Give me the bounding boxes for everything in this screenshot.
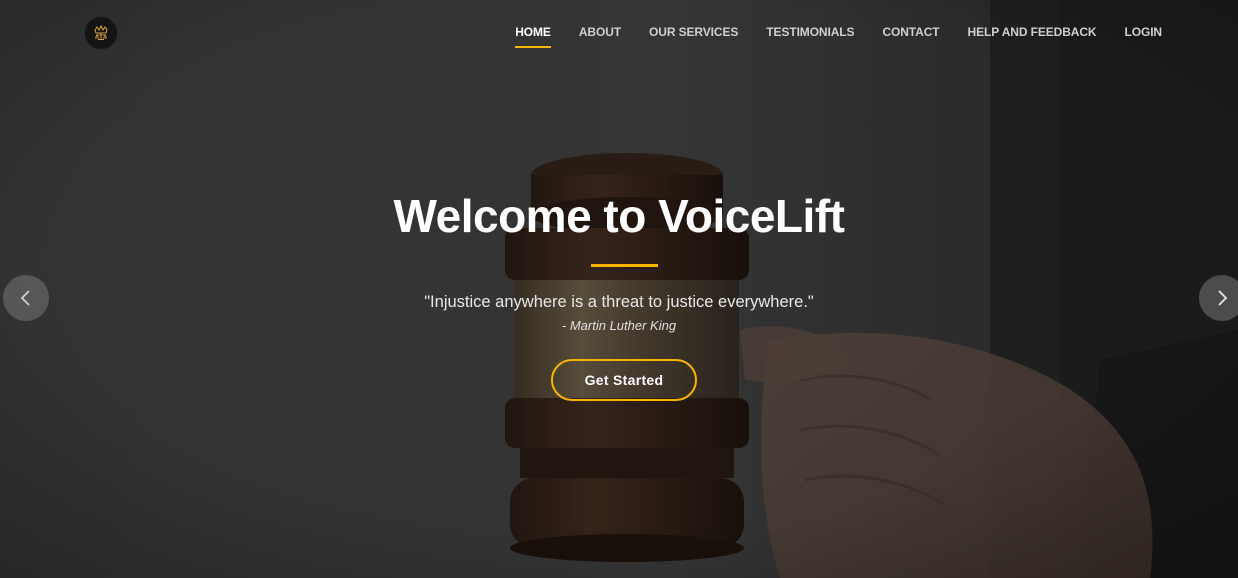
carousel-prev-button[interactable] [3, 275, 49, 321]
chevron-right-icon [1218, 290, 1228, 306]
hero-quote: "Injustice anywhere is a threat to justi… [424, 293, 814, 311]
hero-title: Welcome to VoiceLift [393, 190, 845, 242]
hero-content: Welcome to VoiceLift "Injustice anywhere… [0, 0, 1238, 578]
quote-author: - Martin Luther King [561, 318, 677, 333]
carousel-next-button[interactable] [1199, 275, 1238, 321]
title-divider [591, 264, 658, 267]
hero-carousel: HOME ABOUT OUR SERVICES TESTIMONIALS CON… [0, 0, 1238, 578]
chevron-left-icon [20, 290, 30, 306]
get-started-button[interactable]: Get Started [551, 359, 697, 401]
